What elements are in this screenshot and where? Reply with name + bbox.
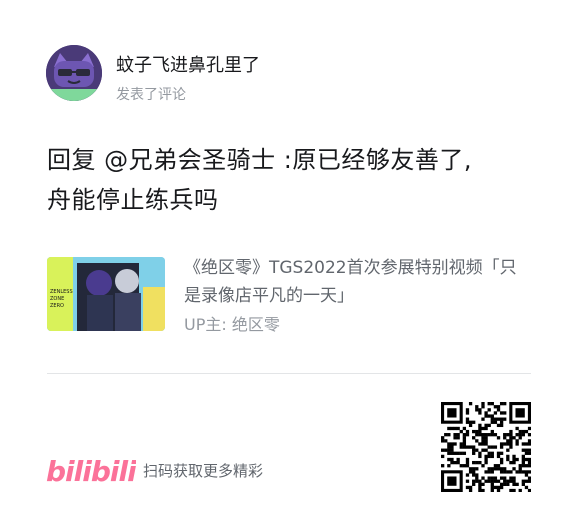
zenless-zone-zero-cover-image: ZENLESS ZONE ZERO [47,257,165,331]
svg-text:bilibili: bilibili [46,455,136,488]
qr-code-icon [441,402,532,493]
avatar-cat-icon [46,45,102,101]
video-uploader: UP主: 绝区零 [184,315,280,334]
comment-line-1: 回复 @兄弟会圣骑士 :原已经够友善了, [47,146,472,174]
divider [47,373,531,374]
svg-text:ZENLESS: ZENLESS [50,289,73,295]
footer-slogan: 扫码获取更多精彩 [143,462,264,480]
bilibili-logo: bilibili [46,450,138,490]
username[interactable]: 蚊子飞进鼻孔里了 [116,54,260,78]
video-thumbnail[interactable]: ZENLESS ZONE ZERO [47,257,165,331]
avatar[interactable] [46,45,102,101]
svg-text:ZONE: ZONE [50,296,64,302]
comment-text: 回复 @兄弟会圣骑士 :原已经够友善了, 舟能停止练兵吗 [47,140,547,220]
video-title[interactable]: 《绝区零》TGS2022首次参展特别视频「只是录像店平凡的一天」 [184,254,529,310]
bilibili-logo-icon: bilibili [46,455,138,488]
comment-line-2: 舟能停止练兵吗 [47,186,219,214]
svg-text:ZERO: ZERO [50,303,64,309]
qr-code[interactable] [441,402,532,493]
comment-action-label: 发表了评论 [116,87,186,103]
